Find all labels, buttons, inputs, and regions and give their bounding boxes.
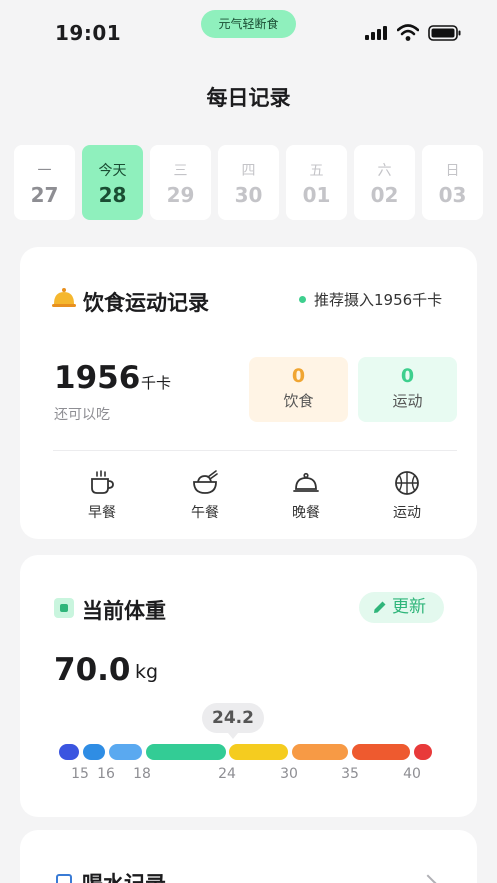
status-bar: 19:01 元气轻断食: [0, 0, 497, 66]
exercise-calories-value: 0: [400, 365, 415, 387]
day-date: 02: [370, 183, 399, 207]
day-date: 30: [234, 183, 263, 207]
calorie-unit: 千卡: [141, 374, 172, 392]
day-name: 日: [445, 163, 460, 179]
divider: [53, 450, 457, 451]
exercise-button[interactable]: 运动: [377, 469, 437, 522]
bmi-tick: 40: [403, 766, 421, 782]
diet-exercise-card: 饮食运动记录 推荐摄入1956千卡 1956 千卡 还可以吃 0 饮食 0 运动…: [20, 247, 477, 539]
bmi-segment: [146, 744, 226, 760]
diet-card-title: 饮食运动记录: [83, 291, 209, 315]
bmi-tick: 30: [280, 766, 298, 782]
current-weight-value: 70.0: [54, 652, 131, 688]
breakfast-button[interactable]: 早餐: [72, 469, 132, 522]
day-date: 28: [98, 183, 127, 207]
bmi-segment: [83, 744, 105, 760]
lunch-label: 午餐: [191, 505, 219, 521]
day-name: 六: [377, 163, 392, 179]
day-name: 五: [309, 163, 324, 179]
water-card-title: 喝水记录: [82, 868, 166, 883]
breakfast-label: 早餐: [88, 505, 116, 521]
update-label: 更新: [392, 597, 426, 617]
battery-icon: [428, 25, 461, 41]
bmi-tick: 35: [341, 766, 359, 782]
day-date: 27: [30, 183, 59, 207]
food-cloche-icon: [293, 472, 319, 492]
dinner-label: 晚餐: [292, 505, 320, 521]
coffee-cup-icon: [91, 470, 114, 494]
wifi-icon: [397, 24, 419, 41]
remaining-label: 还可以吃: [54, 407, 110, 423]
remaining-calories: 1956: [54, 360, 141, 396]
day-name: 四: [241, 163, 256, 179]
scale-icon: [54, 598, 74, 618]
bmi-bubble: 24.2: [202, 703, 264, 739]
day-date: 01: [302, 183, 331, 207]
dinner-button[interactable]: 晚餐: [276, 469, 336, 522]
bmi-segment: [414, 744, 432, 760]
bmi-tick: 18: [133, 766, 151, 782]
exercise-calories-box[interactable]: 0 运动: [358, 357, 457, 422]
bmi-segment: [59, 744, 79, 760]
page-title: 每日记录: [206, 86, 291, 110]
recommended-intake: 推荐摄入1956千卡: [314, 291, 443, 309]
food-calories-box[interactable]: 0 饮食: [249, 357, 348, 422]
food-cloche-icon: [52, 288, 76, 307]
day-name: 一: [37, 163, 52, 179]
bmi-segment: [352, 744, 410, 760]
weight-card: 当前体重 更新 70.0 kg 24.2 15 16 18 24 30 35 4…: [20, 555, 477, 817]
status-dot: [299, 296, 306, 303]
day-name: 三: [173, 163, 188, 179]
day-thursday[interactable]: 四 30: [218, 145, 279, 220]
day-monday[interactable]: 一 27: [14, 145, 75, 220]
day-friday[interactable]: 五 01: [286, 145, 347, 220]
day-sunday[interactable]: 日 03: [422, 145, 483, 220]
weight-unit: kg: [135, 661, 159, 683]
bmi-segment: [229, 744, 288, 760]
weight-card-title: 当前体重: [82, 599, 166, 623]
week-date-strip: 一 27 今天 28 三 29 四 30 五 01 六 02 日 03: [14, 145, 497, 220]
pencil-icon: [374, 601, 386, 613]
exercise-calories-label: 运动: [392, 392, 423, 410]
exercise-label: 运动: [393, 505, 421, 521]
update-weight-button[interactable]: 更新: [359, 592, 444, 623]
day-name: 今天: [98, 163, 127, 179]
day-date: 03: [438, 183, 467, 207]
bmi-tick: 24: [218, 766, 236, 782]
water-cup-icon: [56, 874, 72, 883]
status-time: 19:01: [55, 21, 122, 45]
signal-icon: [365, 26, 387, 40]
basketball-icon: [395, 471, 419, 495]
day-date: 29: [166, 183, 195, 207]
bmi-segment: [109, 744, 142, 760]
rice-bowl-icon: [193, 470, 218, 494]
water-card[interactable]: 喝水记录: [20, 830, 477, 883]
day-today[interactable]: 今天 28: [82, 145, 143, 220]
day-saturday[interactable]: 六 02: [354, 145, 415, 220]
bmi-segment: [292, 744, 348, 760]
food-calories-value: 0: [291, 365, 306, 387]
bmi-tick: 16: [97, 766, 115, 782]
chevron-right-icon: [419, 874, 437, 883]
day-wednesday[interactable]: 三 29: [150, 145, 211, 220]
app-name-pill[interactable]: 元气轻断食: [201, 10, 296, 38]
lunch-button[interactable]: 午餐: [175, 469, 235, 522]
food-calories-label: 饮食: [283, 392, 314, 410]
